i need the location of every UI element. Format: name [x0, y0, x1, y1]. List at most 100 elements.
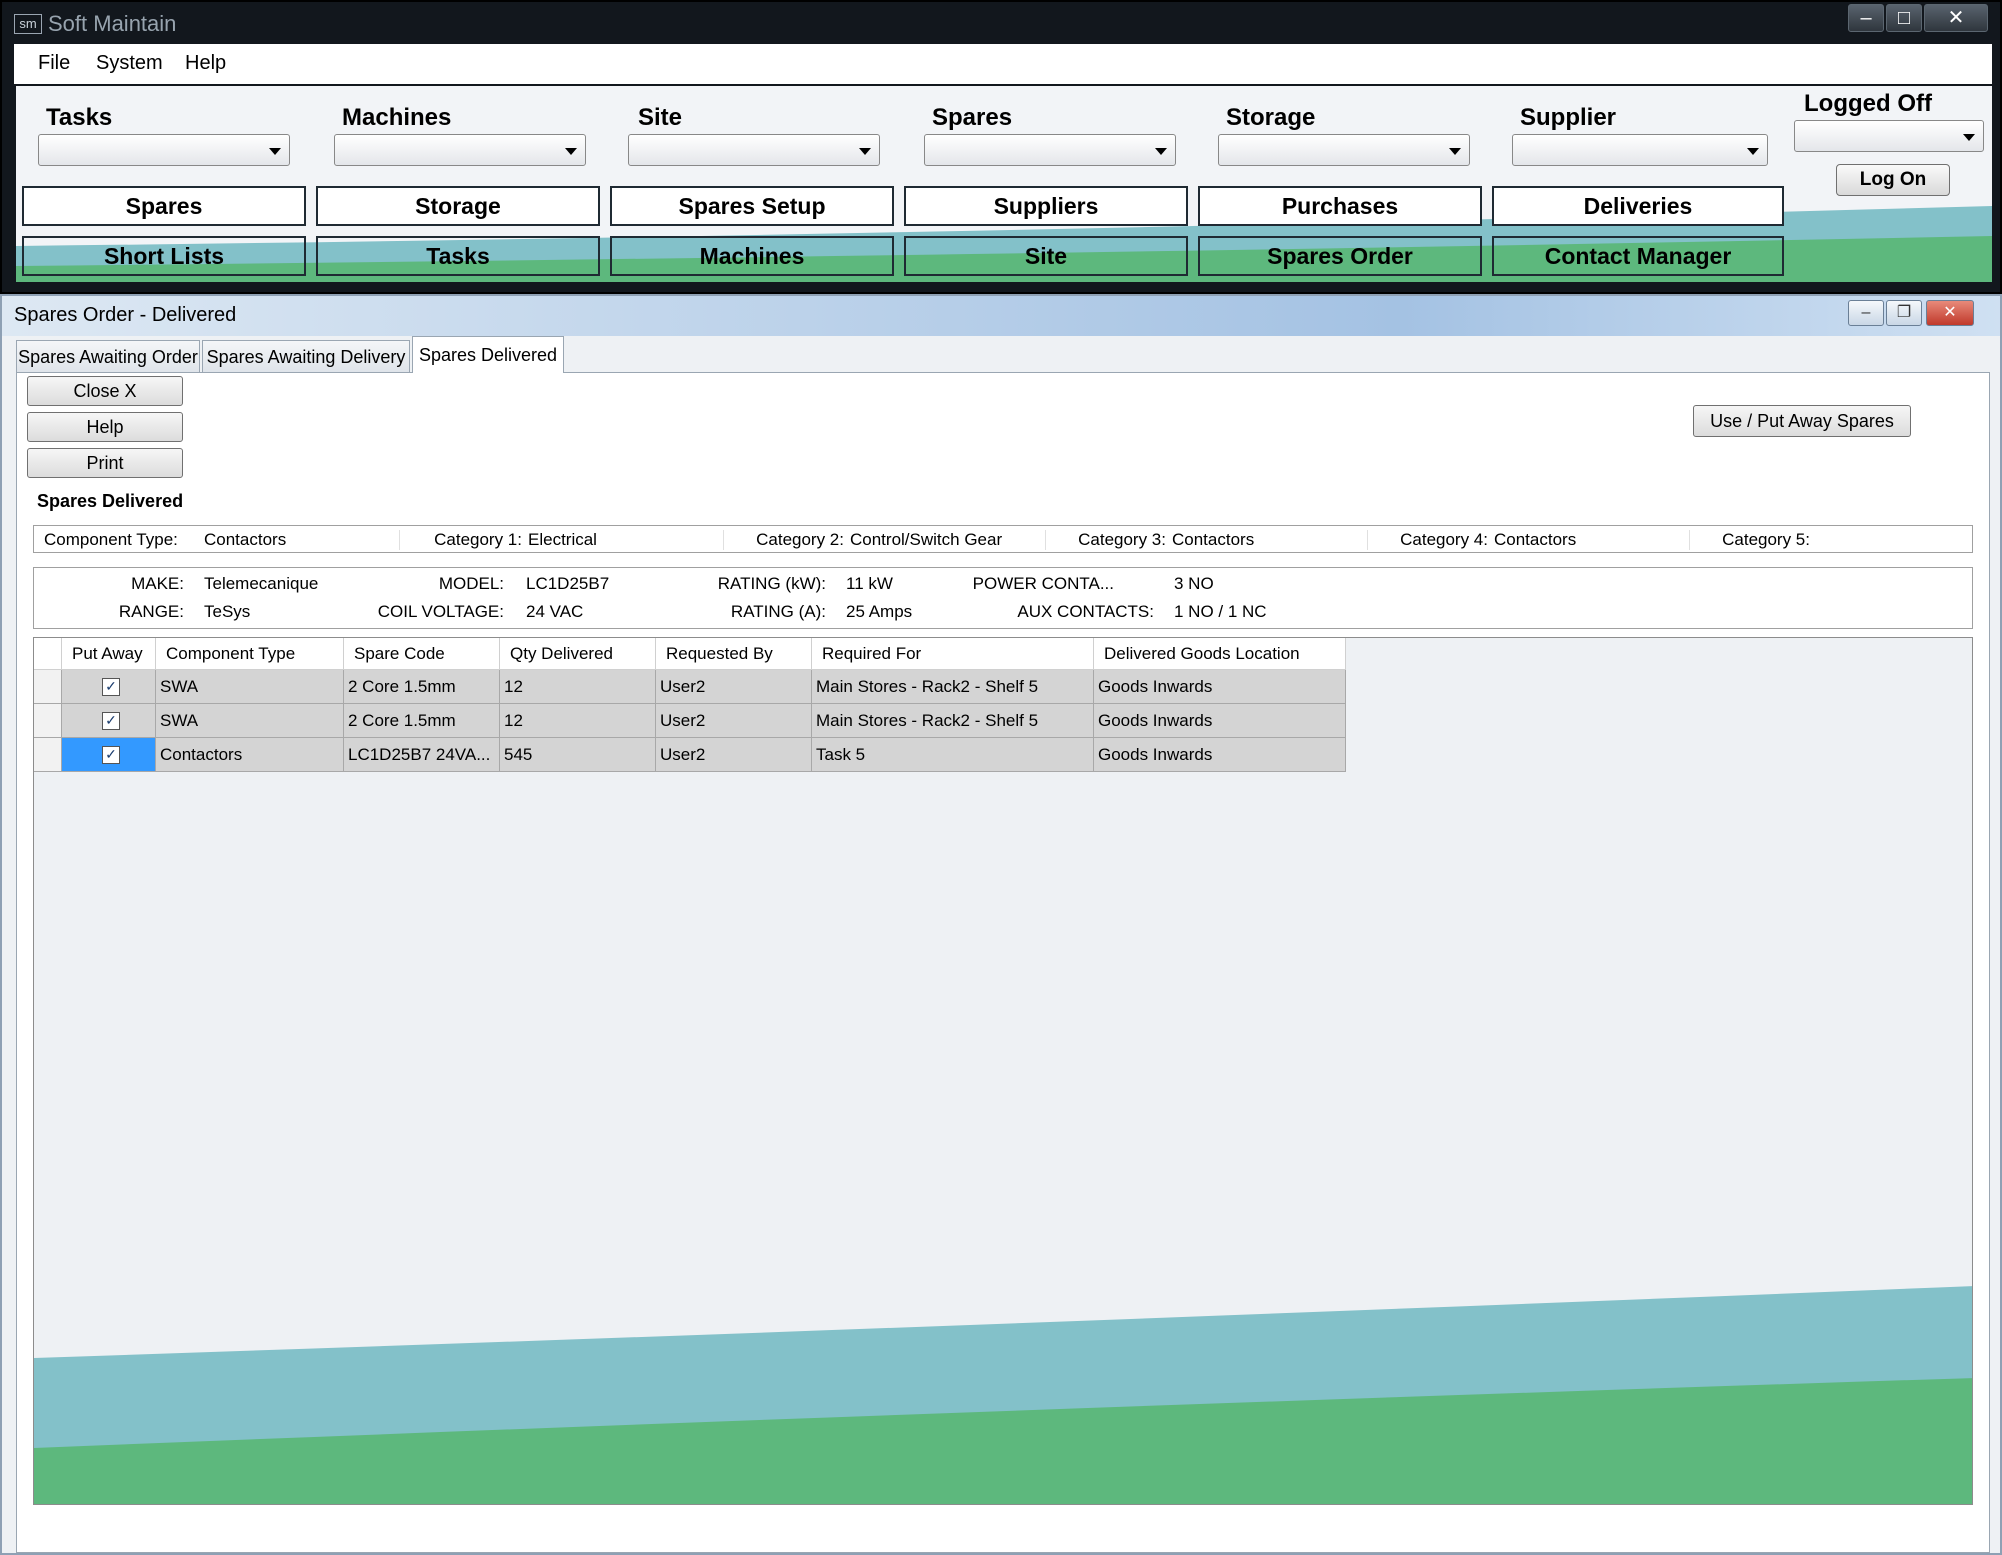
power-contacts-label: POWER CONTA...	[972, 574, 1114, 593]
rating-kw-label: RATING (kW):	[717, 574, 826, 593]
chevron-down-icon	[565, 148, 577, 155]
column-header-qty-delivered[interactable]: Qty Delivered	[500, 638, 656, 670]
spare-code-cell[interactable]: 2 Core 1.5mm	[344, 704, 500, 738]
put-away-cell[interactable]: ✓	[62, 704, 156, 738]
column-header-delivered-goods-location[interactable]: Delivered Goods Location	[1094, 638, 1346, 670]
chevron-down-icon	[269, 148, 281, 155]
row-header[interactable]	[34, 738, 62, 772]
tasks-combo-label: Tasks	[46, 104, 113, 131]
spares-delivered-grid: Put Away Component Type Spare Code Qty D…	[33, 637, 1973, 1505]
delivered-goods-location-cell[interactable]: Goods Inwards	[1094, 670, 1346, 704]
row-header[interactable]	[34, 670, 62, 704]
user-combo[interactable]	[1794, 120, 1984, 152]
nav-site-button[interactable]: Site	[904, 236, 1188, 276]
column-header-component-type[interactable]: Component Type	[156, 638, 344, 670]
qty-delivered-cell[interactable]: 12	[500, 670, 656, 704]
delivered-goods-location-cell[interactable]: Goods Inwards	[1094, 704, 1346, 738]
supplier-combo[interactable]	[1512, 134, 1768, 166]
put-away-checkbox[interactable]: ✓	[102, 678, 120, 696]
row-header-corner	[34, 638, 62, 670]
required-for-cell[interactable]: Main Stores - Rack2 - Shelf 5	[812, 670, 1094, 704]
spare-code-cell[interactable]: 2 Core 1.5mm	[344, 670, 500, 704]
put-away-cell[interactable]: ✓	[62, 670, 156, 704]
close-button[interactable]: Close X	[27, 376, 183, 406]
spare-code-cell[interactable]: LC1D25B7 24VA...	[344, 738, 500, 772]
nav-spares-setup-button[interactable]: Spares Setup	[610, 186, 894, 226]
column-header-put-away[interactable]: Put Away	[62, 638, 156, 670]
tasks-combo[interactable]	[38, 134, 290, 166]
put-away-checkbox[interactable]: ✓	[102, 746, 120, 764]
close-icon[interactable]: ✕	[1926, 300, 1974, 326]
requested-by-cell[interactable]: User2	[656, 738, 812, 772]
component-type-cell[interactable]: SWA	[156, 704, 344, 738]
coil-voltage-label: COIL VOLTAGE:	[377, 602, 504, 621]
nav-machines-button[interactable]: Machines	[610, 236, 894, 276]
close-icon[interactable]: ✕	[1924, 4, 1988, 32]
column-header-spare-code[interactable]: Spare Code	[344, 638, 500, 670]
storage-combo[interactable]	[1218, 134, 1470, 166]
minimize-icon[interactable]: –	[1848, 4, 1884, 32]
category-2-label: Category 2:	[756, 530, 844, 549]
component-type-label: Component Type:	[44, 530, 178, 549]
nav-deliveries-button[interactable]: Deliveries	[1492, 186, 1784, 226]
machines-combo-label: Machines	[342, 104, 452, 131]
use-put-away-spares-button[interactable]: Use / Put Away Spares	[1693, 405, 1911, 437]
tab-spares-awaiting-order[interactable]: Spares Awaiting Order	[16, 340, 200, 372]
delivered-goods-location-cell[interactable]: Goods Inwards	[1094, 738, 1346, 772]
tab-page-spares-delivered: Close X Help Print Use / Put Away Spares…	[16, 372, 1990, 1553]
tab-spares-delivered[interactable]: Spares Delivered	[412, 336, 564, 373]
make-value: Telemecanique	[204, 574, 319, 593]
category-5-label: Category 5:	[1722, 530, 1810, 549]
spec-panel: MAKE: Telemecanique RANGE: TeSys MODEL: …	[33, 567, 1973, 629]
tab-spares-awaiting-delivery[interactable]: Spares Awaiting Delivery	[202, 340, 410, 372]
component-type-value: Contactors	[200, 530, 400, 550]
menu-bar: File System Help	[14, 44, 1992, 84]
range-value: TeSys	[204, 602, 251, 621]
minimize-icon[interactable]: –	[1848, 300, 1884, 326]
site-combo[interactable]	[628, 134, 880, 166]
machines-combo[interactable]	[334, 134, 586, 166]
required-for-cell[interactable]: Main Stores - Rack2 - Shelf 5	[812, 704, 1094, 738]
power-contacts-value: 3 NO	[1174, 574, 1214, 593]
toolbar-panel: Tasks Machines Site Spares Storage Suppl…	[16, 86, 1992, 282]
component-type-cell[interactable]: Contactors	[156, 738, 344, 772]
nav-contact-manager-button[interactable]: Contact Manager	[1492, 236, 1784, 276]
row-header[interactable]	[34, 704, 62, 738]
nav-short-lists-button[interactable]: Short Lists	[22, 236, 306, 276]
required-for-cell[interactable]: Task 5	[812, 738, 1094, 772]
column-header-requested-by[interactable]: Requested By	[656, 638, 812, 670]
requested-by-cell[interactable]: User2	[656, 704, 812, 738]
requested-by-cell[interactable]: User2	[656, 670, 812, 704]
nav-storage-button[interactable]: Storage	[316, 186, 600, 226]
app-title: Soft Maintain	[48, 11, 177, 36]
menu-help[interactable]: Help	[185, 52, 226, 75]
help-button[interactable]: Help	[27, 412, 183, 442]
column-header-required-for[interactable]: Required For	[812, 638, 1094, 670]
nav-purchases-button[interactable]: Purchases	[1198, 186, 1482, 226]
nav-tasks-button[interactable]: Tasks	[316, 236, 600, 276]
site-combo-label: Site	[638, 104, 683, 131]
nav-spares-button[interactable]: Spares	[22, 186, 306, 226]
put-away-cell[interactable]: ✓	[62, 738, 156, 772]
chevron-down-icon	[1155, 148, 1167, 155]
nav-spares-order-button[interactable]: Spares Order	[1198, 236, 1482, 276]
restore-icon[interactable]: ❐	[1886, 300, 1922, 326]
category-3-label: Category 3:	[1078, 530, 1166, 549]
rating-kw-value: 11 kW	[846, 574, 893, 593]
spares-combo[interactable]	[924, 134, 1176, 166]
qty-delivered-cell[interactable]: 12	[500, 704, 656, 738]
menu-file[interactable]: File	[38, 52, 70, 75]
log-on-button[interactable]: Log On	[1836, 164, 1950, 196]
print-button[interactable]: Print	[27, 448, 183, 478]
aux-contacts-label: AUX CONTACTS:	[1017, 602, 1154, 621]
component-type-cell[interactable]: SWA	[156, 670, 344, 704]
category-4-label: Category 4:	[1400, 530, 1488, 549]
main-window: sm Soft Maintain – □ ✕ File System Help …	[0, 0, 2002, 294]
chevron-down-icon	[1449, 148, 1461, 155]
maximize-icon[interactable]: □	[1886, 4, 1922, 32]
nav-suppliers-button[interactable]: Suppliers	[904, 186, 1188, 226]
put-away-checkbox[interactable]: ✓	[102, 712, 120, 730]
qty-delivered-cell[interactable]: 545	[500, 738, 656, 772]
rating-a-label: RATING (A):	[730, 602, 826, 621]
menu-system[interactable]: System	[96, 52, 163, 75]
